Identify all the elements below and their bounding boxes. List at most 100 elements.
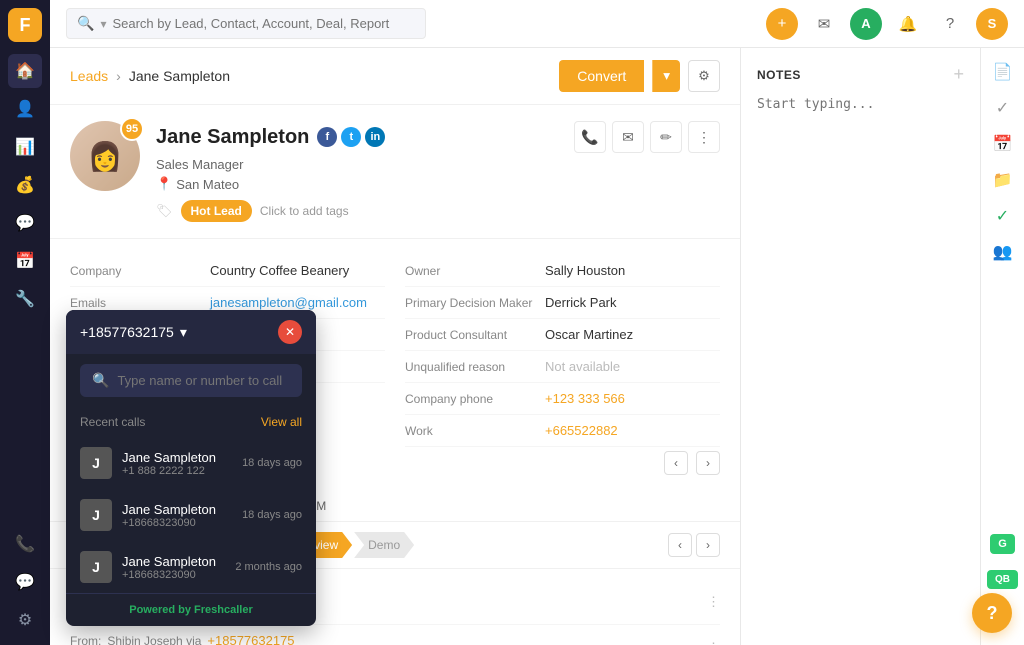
call-list-item-3[interactable]: J Jane Sampleton +18668323090 2 months a… [66,541,316,593]
sidebar-check2-icon[interactable]: ✓ [987,200,1019,232]
caller-number-2: +18668323090 [122,517,232,529]
breadcrumb-current: Jane Sampleton [129,68,230,84]
nav-icon-calendar[interactable]: 📅 [8,244,42,278]
notes-title: NOTES [757,68,801,82]
sidebar-green-pill[interactable]: G [990,534,1015,554]
notes-input[interactable] [757,97,964,177]
facebook-icon[interactable]: f [317,127,337,147]
phone-number-display[interactable]: +18577632175 ▾ [80,324,187,341]
profile-name-row: Jane Sampleton f t in 📞 ✉ ✏ ⋮ [156,121,720,153]
profile-action-buttons: 📞 ✉ ✏ ⋮ [574,121,720,153]
location-pin-icon: 📍 [156,176,172,192]
phone-popup-header: +18577632175 ▾ ✕ [66,310,316,354]
user-avatar-nav[interactable]: A [850,8,882,40]
caller-details-3: Jane Sampleton +18668323090 [122,554,225,581]
powered-by: Powered by Freshcaller [66,593,316,626]
recent-calls-header: Recent calls View all [66,407,316,437]
edit-action-button[interactable]: ✏ [650,121,682,153]
caller-avatar-3: J [80,551,112,583]
phone-action-button[interactable]: 📞 [574,121,606,153]
search-input[interactable] [112,16,415,31]
field-nav-next[interactable]: › [696,451,720,475]
avatar-wrapper: 👩 95 [70,121,140,191]
nav-icon-leads[interactable]: 🏠 [8,54,42,88]
phone-search-input[interactable] [117,373,290,388]
more-action-button[interactable]: ⋮ [688,121,720,153]
search-icon: 🔍 [77,15,94,32]
call-time-3: 2 months ago [235,561,302,573]
nav-icon-integrations[interactable]: 🔧 [8,282,42,316]
view-all-calls-button[interactable]: View all [261,415,302,429]
linkedin-icon[interactable]: in [365,127,385,147]
caller-avatar-1: J [80,447,112,479]
phone-search-icon: 🔍 [92,372,109,389]
sidebar-qb-pill[interactable]: QB [987,570,1018,589]
phone-popup: +18577632175 ▾ ✕ 🔍 Recent calls View all… [66,310,316,626]
nav-icon-messages[interactable]: 💬 [8,206,42,240]
from-number-2[interactable]: +18577632175 [207,633,294,645]
settings-gear-button[interactable]: ⚙ [688,60,720,92]
notes-header: NOTES + [757,64,964,85]
bell-button[interactable]: 🔔 [892,8,924,40]
sidebar-folder-icon[interactable]: 📁 [987,164,1019,196]
breadcrumb-parent[interactable]: Leads [70,68,108,84]
pipeline-nav-prev[interactable]: ‹ [668,533,692,557]
profile-section: 👩 95 Jane Sampleton f t in 📞 [50,105,740,239]
sidebar-page-icon[interactable]: 📄 [987,56,1019,88]
nav-icon-settings[interactable]: ⚙ [8,603,42,637]
notes-add-button[interactable]: + [953,64,964,85]
nav-icon-reports[interactable]: 📊 [8,130,42,164]
twitter-icon[interactable]: t [341,127,361,147]
caller-number-3: +18668323090 [122,569,225,581]
convert-button[interactable]: Convert [559,60,644,92]
field-owner: Owner Sally Houston [405,255,720,287]
field-unqualified: Unqualified reason Not available [405,351,720,383]
convert-dropdown-button[interactable]: ▾ [652,60,680,92]
recent-calls-label: Recent calls [80,415,145,429]
search-bar[interactable]: 🔍 ▾ [66,8,426,39]
profile-avatar-nav[interactable]: S [976,8,1008,40]
call-list-item-1[interactable]: J Jane Sampleton +1 888 2222 122 18 days… [66,437,316,489]
call-more-1[interactable]: ⋮ [707,594,720,610]
add-tag-button[interactable]: Click to add tags [260,204,349,218]
field-nav-prev[interactable]: ‹ [664,451,688,475]
powered-by-text: Powered by [129,604,194,616]
notes-panel: NOTES + [740,48,980,645]
email-action-button[interactable]: ✉ [612,121,644,153]
profile-location: 📍 San Mateo [156,176,720,192]
fields-right: Owner Sally Houston Primary Decision Mak… [405,255,720,447]
call-list-item-2[interactable]: J Jane Sampleton +18668323090 18 days ag… [66,489,316,541]
breadcrumb-actions: Convert ▾ ⚙ [559,60,720,92]
profile-name: Jane Sampleton [156,126,309,149]
app-logo[interactable]: F [8,8,42,42]
nav-icon-contacts[interactable]: 👤 [8,92,42,126]
call-more-2[interactable]: ⋮ [707,640,720,645]
from-label-2: From: [70,634,101,645]
search-dropdown[interactable]: ▾ [100,17,106,31]
field-primary-decision: Primary Decision Maker Derrick Park [405,287,720,319]
caller-number-1: +1 888 2222 122 [122,465,232,477]
field-work: Work +665522882 [405,415,720,447]
right-sidebar: 📄 ✓ 📅 📁 ✓ 👥 G QB + [980,48,1024,645]
caller-name-1: Jane Sampleton [122,450,232,465]
nav-actions: + ✉ A 🔔 ? S [766,8,1008,40]
help-nav-button[interactable]: ? [934,8,966,40]
mail-button[interactable]: ✉ [808,8,840,40]
stage-demo[interactable]: Demo [354,532,414,558]
score-badge: 95 [120,117,144,141]
hot-lead-tag[interactable]: Hot Lead [181,200,252,222]
nav-icon-chat[interactable]: 💬 [8,565,42,599]
nav-icon-phone[interactable]: 📞 [8,527,42,561]
add-button[interactable]: + [766,8,798,40]
phone-close-button[interactable]: ✕ [278,320,302,344]
top-navbar: 🔍 ▾ + ✉ A 🔔 ? S [50,0,1024,48]
sidebar-check-icon[interactable]: ✓ [987,92,1019,124]
nav-icon-deals[interactable]: 💰 [8,168,42,202]
call-log-2-detail: From: Shibin Joseph via +18577632175 To:… [70,633,697,645]
pipeline-nav-next[interactable]: › [696,533,720,557]
sidebar-calendar-icon[interactable]: 📅 [987,128,1019,160]
sidebar-users-icon[interactable]: 👥 [987,236,1019,268]
phone-search-area: 🔍 [66,354,316,407]
profile-title: Sales Manager [156,157,720,172]
help-bubble[interactable]: ? [972,593,1012,633]
